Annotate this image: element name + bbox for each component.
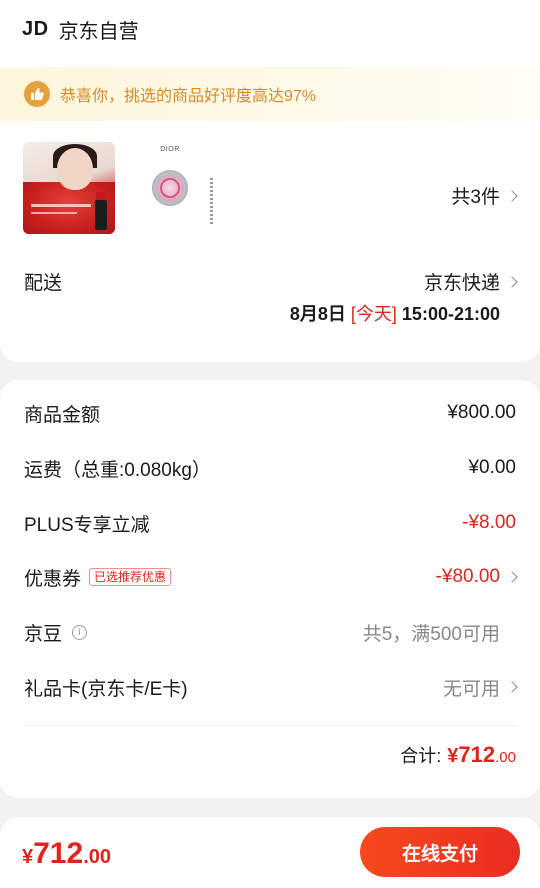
checkout-currency: ¥ [22,846,34,868]
thumbs-up-icon [24,81,50,107]
thumb-caption-line [31,204,91,207]
item-count-text: 共3件 [451,187,500,208]
delivery-time: 8月8日 [今天] 15:00-21:00 [290,300,500,326]
thumb-face-shape [57,148,93,190]
jd-logo: JD [22,17,49,40]
order-total: 合计: ¥712.00 [400,742,516,768]
gift-card-value: 无可用 [442,678,500,700]
freight-label: 运费（总重:0.080kg） [24,459,211,481]
thumb-caption-line [31,212,77,214]
compact-case-shape [152,170,188,206]
checkout-bar: ¥712.00 在线支付 [0,817,540,888]
plus-discount-label: PLUS专享立减 [24,514,150,536]
freight-row: 运费（总重:0.080kg） ¥0.00 [24,453,516,483]
coupon-recommended-badge: 已选推荐优惠 [89,568,172,586]
side-text-strip [210,178,213,226]
shipping-label: 配送 [24,273,63,294]
delivery-today-tag: [今天] [350,304,397,324]
delivery-date: 8月8日 [289,304,346,324]
jd-beans-label-group: 京豆 i [24,619,88,646]
pay-online-button[interactable]: 在线支付 [360,827,520,877]
coupon-value: -¥80.00 [435,566,500,587]
freight-value: ¥0.00 [468,457,516,478]
plus-discount-row: PLUS专享立减 -¥8.00 [24,508,516,538]
coupon-label: 优惠券 [24,568,82,590]
checkout-price: ¥712.00 [22,837,111,871]
coupon-row[interactable]: 优惠券 已选推荐优惠 -¥80.00 [24,562,518,592]
brand-label: DIOR [160,146,180,153]
total-currency: ¥ [447,745,459,767]
goods-amount-label: 商品金额 [24,404,101,426]
shipping-method: 京东快递 [423,273,500,294]
jd-beans-value: 共5，满500可用 [362,623,500,645]
checkout-decimal: .00 [83,846,111,868]
jd-beans-row: 京豆 i 共5，满500可用 [24,617,516,647]
coupon-label-group: 优惠券 已选推荐优惠 [24,564,172,591]
gift-card-value-group: 无可用 [442,674,518,701]
rating-notice: 恭喜你，挑选的商品好评度高达97% [0,67,540,121]
coupon-value-group: -¥80.00 [435,566,518,588]
goods-amount-value: ¥800.00 [447,402,516,423]
product-thumbnail-compact[interactable]: DIOR [140,142,232,234]
cost-summary-card: 商品金额 ¥800.00 运费（总重:0.080kg） ¥0.00 PLUS专享… [0,380,540,798]
plus-discount-value: -¥8.00 [462,512,516,533]
shipping-method-selector[interactable]: 京东快递 [423,268,518,295]
checkout-integer: 712 [33,837,84,870]
total-label: 合计: [400,746,442,766]
chevron-right-icon [506,681,518,693]
delivery-window: 15:00-21:00 [401,304,500,324]
notice-text: 恭喜你，挑选的商品好评度高达97% [60,88,317,105]
total-amount: ¥712.00 [447,742,516,768]
chevron-right-icon [506,275,518,288]
info-icon[interactable]: i [72,624,88,640]
product-thumbnail-lipstick[interactable] [23,142,115,234]
gift-card-label: 礼品卡(京东卡/E卡) [24,678,188,700]
order-items-card: JD 京东自营 恭喜你，挑选的商品好评度高达97% DIOR 共3件 配送 京东… [0,0,540,362]
lipstick-case-shape [95,200,107,230]
gift-card-row[interactable]: 礼品卡(京东卡/E卡) 无可用 [24,672,518,702]
shop-header: JD 京东自营 [22,14,139,44]
jd-beans-label: 京豆 [24,623,63,645]
chevron-right-icon [506,571,518,583]
total-integer: 712 [458,742,496,767]
divider [24,725,516,726]
goods-amount-row: 商品金额 ¥800.00 [24,398,516,428]
total-decimal: .00 [495,749,516,766]
chevron-right-icon [506,189,518,202]
item-count-link[interactable]: 共3件 [451,182,518,209]
shop-name: 京东自营 [58,20,139,43]
